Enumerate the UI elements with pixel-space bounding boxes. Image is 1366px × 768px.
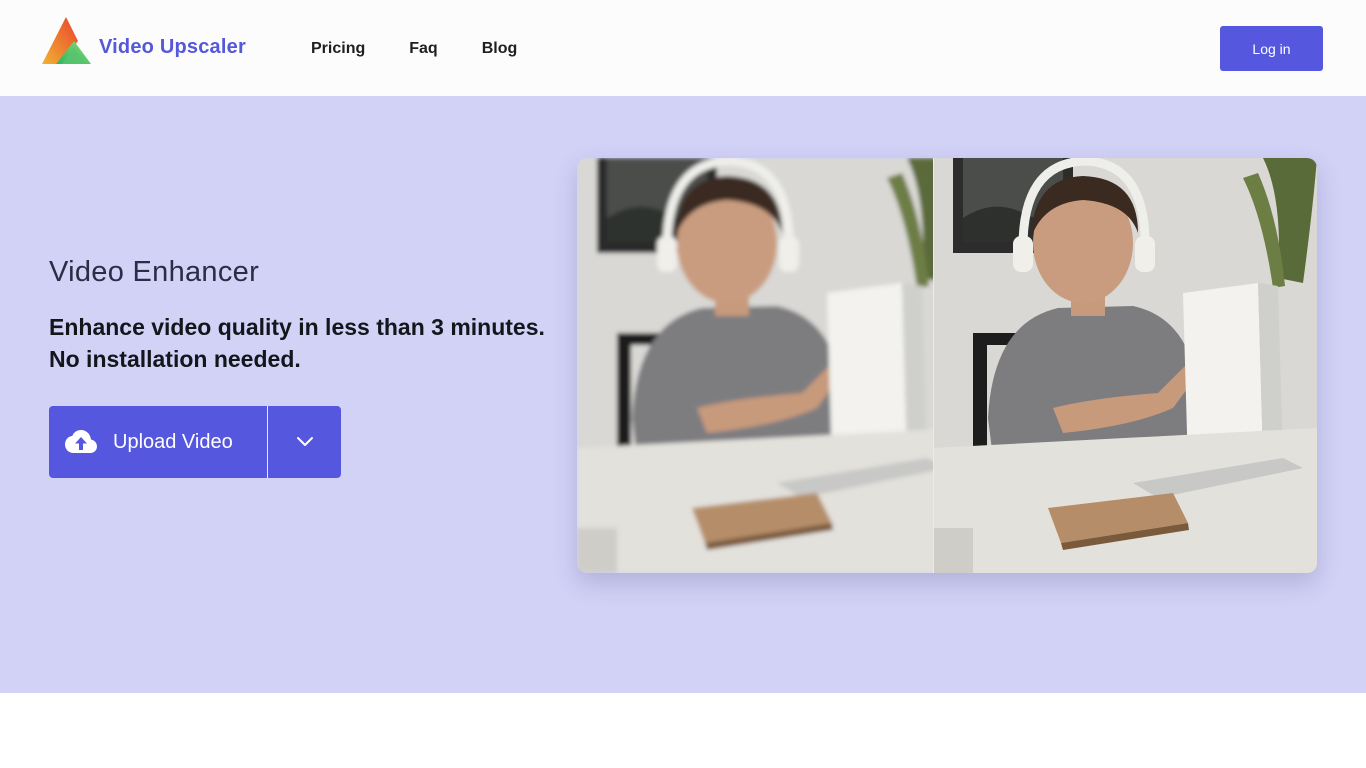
nav-pricing[interactable]: Pricing [311, 38, 365, 60]
upload-button-group: Upload Video [49, 406, 341, 478]
nav-faq[interactable]: Faq [409, 38, 437, 60]
nav-blog[interactable]: Blog [482, 38, 518, 60]
upload-video-label: Upload Video [113, 430, 233, 453]
hero-subtitle: Enhance video quality in less than 3 min… [49, 311, 589, 375]
comparison-illustration [577, 158, 1317, 573]
login-button[interactable]: Log in [1220, 26, 1323, 71]
page-title: Video Enhancer [49, 256, 260, 288]
brand-name[interactable]: Video Upscaler [99, 36, 246, 59]
before-after-comparison[interactable] [577, 158, 1317, 573]
site-header: Video Upscaler Pricing Faq Blog Log in [0, 0, 1366, 96]
comparison-divider[interactable] [933, 158, 934, 573]
logo-icon [42, 17, 91, 64]
cloud-upload-icon [65, 430, 97, 453]
main-nav: Pricing Faq Blog [311, 38, 561, 60]
chevron-down-icon [296, 437, 313, 446]
upload-video-button[interactable]: Upload Video [49, 406, 268, 478]
brand-logo[interactable]: Video Upscaler [42, 16, 262, 66]
hero-section: Video Enhancer Enhance video quality in … [0, 96, 1366, 693]
hero-subtitle-line-1: Enhance video quality in less than 3 min… [49, 314, 545, 340]
hero-subtitle-line-2: No installation needed. [49, 346, 301, 372]
upload-options-dropdown[interactable] [268, 406, 341, 478]
